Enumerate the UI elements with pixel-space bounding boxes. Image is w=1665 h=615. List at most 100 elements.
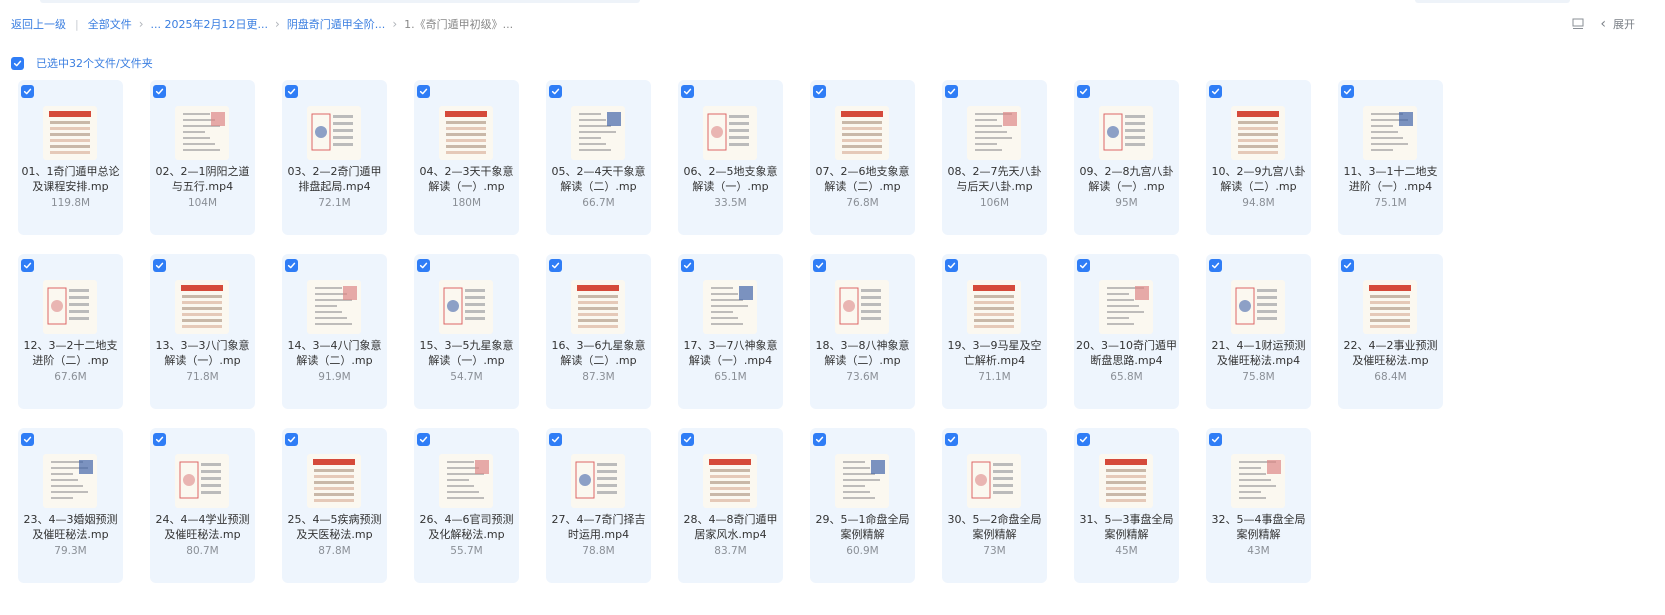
chevron-right-icon: › — [392, 17, 398, 31]
file-checkbox[interactable] — [1209, 259, 1222, 272]
file-card[interactable]: 31、5—3事盘全局案例精解 45M — [1074, 428, 1179, 583]
breadcrumb-folder-2[interactable]: 阴盘奇门遁甲全阶... — [287, 16, 386, 32]
file-checkbox[interactable] — [1209, 433, 1222, 446]
file-checkbox[interactable] — [945, 433, 958, 446]
file-checkbox[interactable] — [549, 433, 562, 446]
file-checkbox[interactable] — [21, 259, 34, 272]
file-card[interactable]: 19、3—9马星及空亡解析.mp4 71.1M — [942, 254, 1047, 409]
file-card[interactable]: 06、2—5地支象意解读（一）.mp 33.5M — [678, 80, 783, 235]
video-thumbnail — [307, 454, 361, 508]
file-size: 106M — [979, 197, 1010, 209]
file-checkbox[interactable] — [681, 85, 694, 98]
file-checkbox[interactable] — [945, 259, 958, 272]
file-name: 18、3—8八神象意解读（二）.mp — [815, 339, 910, 367]
video-thumbnail — [835, 106, 889, 160]
breadcrumb-all-files[interactable]: 全部文件 — [88, 16, 132, 32]
file-checkbox[interactable] — [153, 85, 166, 98]
file-name: 27、4—7奇门择吉时运用.mp4 — [551, 513, 646, 541]
file-size: 87.8M — [318, 545, 351, 557]
file-card[interactable]: 22、4—2事业预测及催旺秘法.mp 68.4M — [1338, 254, 1443, 409]
file-checkbox[interactable] — [813, 433, 826, 446]
video-thumbnail — [967, 106, 1021, 160]
file-name: 15、3—5九星象意解读（一）.mp — [419, 339, 514, 367]
file-card[interactable]: 02、2—1阴阳之道与五行.mp4 104M — [150, 80, 255, 235]
file-name: 21、4—1财运预测及催旺秘法.mp4 — [1211, 339, 1306, 367]
video-thumbnail — [703, 280, 757, 334]
file-name: 16、3—6九星象意解读（二）.mp — [551, 339, 646, 367]
file-card[interactable]: 21、4—1财运预测及催旺秘法.mp4 75.8M — [1206, 254, 1311, 409]
file-card[interactable]: 10、2—9九宫八卦解读（二）.mp 94.8M — [1206, 80, 1311, 235]
file-checkbox[interactable] — [681, 433, 694, 446]
file-size: 104M — [187, 197, 218, 209]
breadcrumb: 返回上一级 | 全部文件 › ... 2025年2月12日更... › 阴盘奇门… — [11, 16, 513, 32]
file-checkbox[interactable] — [417, 259, 430, 272]
file-name: 13、3—3八门象意解读（一）.mp — [155, 339, 250, 367]
file-size: 180M — [451, 197, 482, 209]
file-checkbox[interactable] — [1341, 85, 1354, 98]
file-checkbox[interactable] — [285, 259, 298, 272]
file-checkbox[interactable] — [813, 259, 826, 272]
selection-count: 已选中32个文件/文件夹 — [36, 57, 153, 70]
file-grid: 01、1奇门遁甲总论及课程安排.mp 119.8M 02、2—1阴阳之道与五行.mp… — [18, 80, 1443, 583]
file-size: 43M — [1247, 545, 1270, 557]
file-name: 31、5—3事盘全局案例精解 — [1079, 513, 1174, 541]
file-checkbox[interactable] — [681, 259, 694, 272]
file-card[interactable]: 15、3—5九星象意解读（一）.mp 54.7M — [414, 254, 519, 409]
file-checkbox[interactable] — [549, 85, 562, 98]
back-link[interactable]: 返回上一级 — [11, 16, 66, 32]
file-card[interactable]: 17、3—7八神象意解读（一）.mp4 65.1M — [678, 254, 783, 409]
file-card[interactable]: 03、2—2奇门遁甲排盘起局.mp4 72.1M — [282, 80, 387, 235]
file-card[interactable]: 08、2—7先天八卦与后天八卦.mp 106M — [942, 80, 1047, 235]
file-name: 03、2—2奇门遁甲排盘起局.mp4 — [287, 165, 382, 193]
file-card[interactable]: 28、4—8奇门遁甲居家风水.mp4 83.7M — [678, 428, 783, 583]
file-card[interactable]: 11、3—1十二地支进阶（一）.mp4 75.1M — [1338, 80, 1443, 235]
file-checkbox[interactable] — [1341, 259, 1354, 272]
list-view-icon[interactable] — [1572, 18, 1584, 30]
file-card[interactable]: 09、2—8九宫八卦解读（一）.mp 95M — [1074, 80, 1179, 235]
file-card[interactable]: 01、1奇门遁甲总论及课程安排.mp 119.8M — [18, 80, 123, 235]
file-checkbox[interactable] — [945, 85, 958, 98]
video-thumbnail — [175, 106, 229, 160]
file-card[interactable]: 05、2—4天干象意解读（二）.mp 66.7M — [546, 80, 651, 235]
file-card[interactable]: 13、3—3八门象意解读（一）.mp 71.8M — [150, 254, 255, 409]
file-card[interactable]: 25、4—5疾病预测及天医秘法.mp 87.8M — [282, 428, 387, 583]
file-size: 83.7M — [714, 545, 747, 557]
file-card[interactable]: 24、4—4学业预测及催旺秘法.mp 80.7M — [150, 428, 255, 583]
file-card[interactable]: 20、3—10奇门遁甲断盘思路.mp4 65.8M — [1074, 254, 1179, 409]
file-card[interactable]: 04、2—3天干象意解读（一）.mp 180M — [414, 80, 519, 235]
video-thumbnail — [175, 280, 229, 334]
file-card[interactable]: 30、5—2命盘全局案例精解 73M — [942, 428, 1047, 583]
file-card[interactable]: 12、3—2十二地支进阶（二）.mp 67.6M — [18, 254, 123, 409]
file-checkbox[interactable] — [417, 85, 430, 98]
file-checkbox[interactable] — [549, 259, 562, 272]
file-checkbox[interactable] — [285, 433, 298, 446]
file-card[interactable]: 26、4—6官司预测及化解秘法.mp 55.7M — [414, 428, 519, 583]
file-card[interactable]: 23、4—3婚姻预测及催旺秘法.mp 79.3M — [18, 428, 123, 583]
file-size: 79.3M — [54, 545, 87, 557]
file-card[interactable]: 32、5—4事盘全局案例精解 43M — [1206, 428, 1311, 583]
file-checkbox[interactable] — [285, 85, 298, 98]
file-card[interactable]: 16、3—6九星象意解读（二）.mp 87.3M — [546, 254, 651, 409]
file-card[interactable]: 18、3—8八神象意解读（二）.mp 73.6M — [810, 254, 915, 409]
file-card[interactable]: 14、3—4八门象意解读（二）.mp 91.9M — [282, 254, 387, 409]
file-card[interactable]: 29、5—1命盘全局案例精解 60.9M — [810, 428, 915, 583]
file-name: 04、2—3天干象意解读（一）.mp — [419, 165, 514, 193]
expand-button[interactable]: ‹ 展开 — [1600, 16, 1635, 32]
file-size: 71.1M — [978, 371, 1011, 383]
file-checkbox[interactable] — [1077, 259, 1090, 272]
select-all-checkbox[interactable] — [11, 56, 24, 70]
file-checkbox[interactable] — [21, 85, 34, 98]
breadcrumb-folder-1[interactable]: ... 2025年2月12日更... — [151, 16, 268, 32]
file-card[interactable]: 27、4—7奇门择吉时运用.mp4 78.8M — [546, 428, 651, 583]
file-checkbox[interactable] — [1209, 85, 1222, 98]
file-card[interactable]: 07、2—6地支象意解读（二）.mp 76.8M — [810, 80, 915, 235]
file-checkbox[interactable] — [153, 259, 166, 272]
file-checkbox[interactable] — [21, 433, 34, 446]
file-checkbox[interactable] — [153, 433, 166, 446]
file-size: 72.1M — [318, 197, 351, 209]
file-checkbox[interactable] — [1077, 433, 1090, 446]
file-checkbox[interactable] — [417, 433, 430, 446]
file-checkbox[interactable] — [813, 85, 826, 98]
file-checkbox[interactable] — [1077, 85, 1090, 98]
video-thumbnail — [967, 280, 1021, 334]
